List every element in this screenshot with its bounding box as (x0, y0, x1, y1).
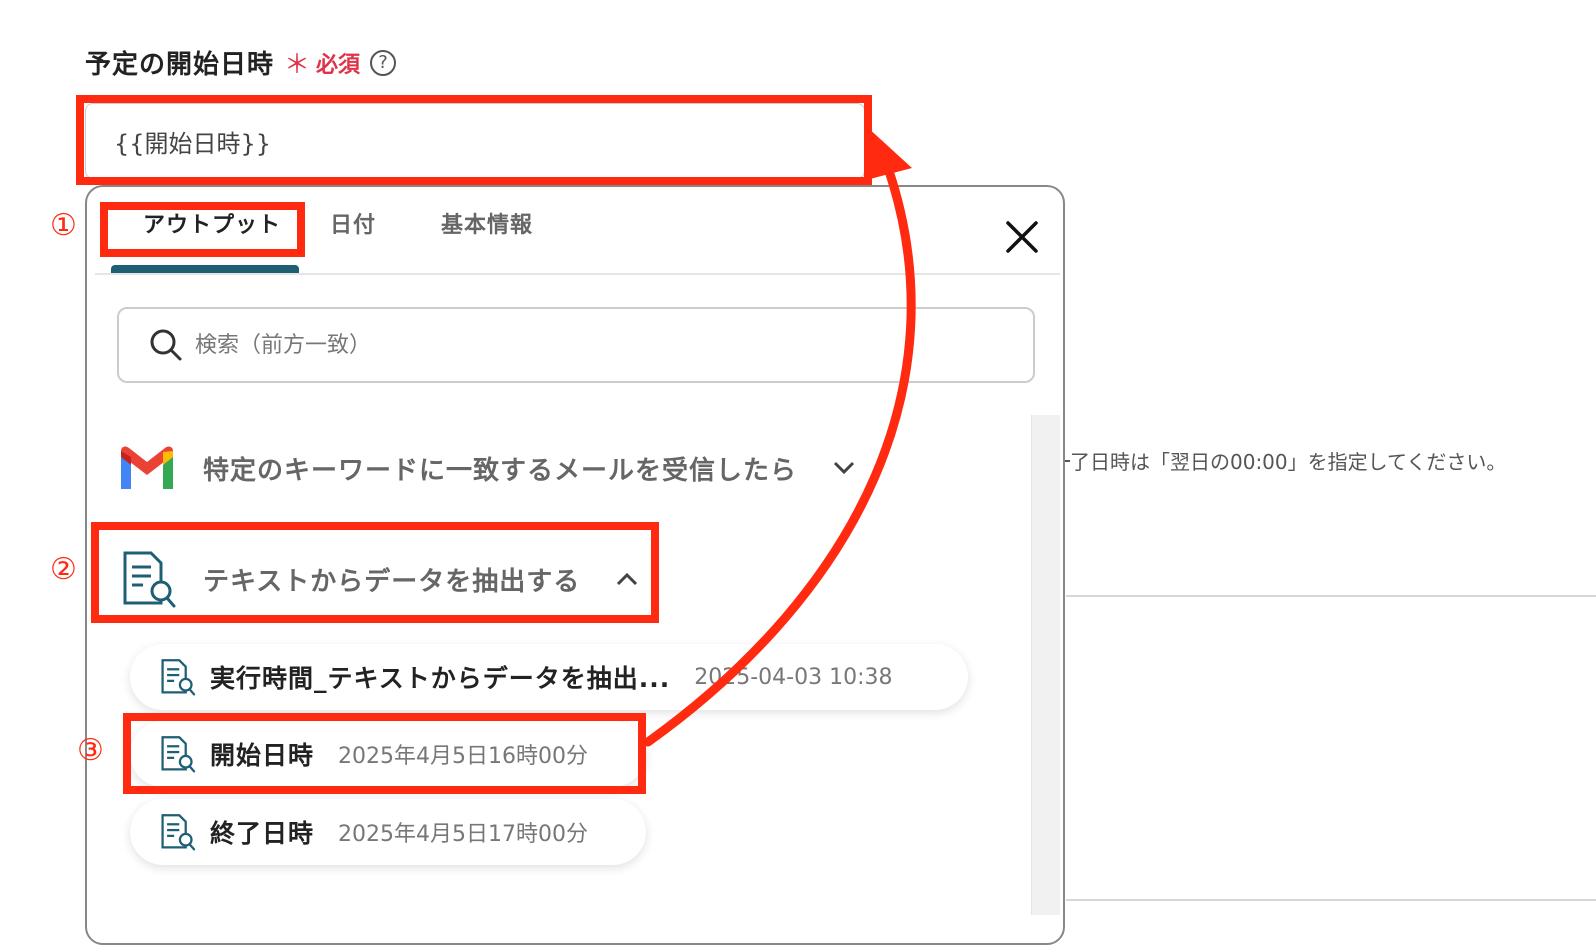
annotation-arrow (643, 126, 916, 747)
